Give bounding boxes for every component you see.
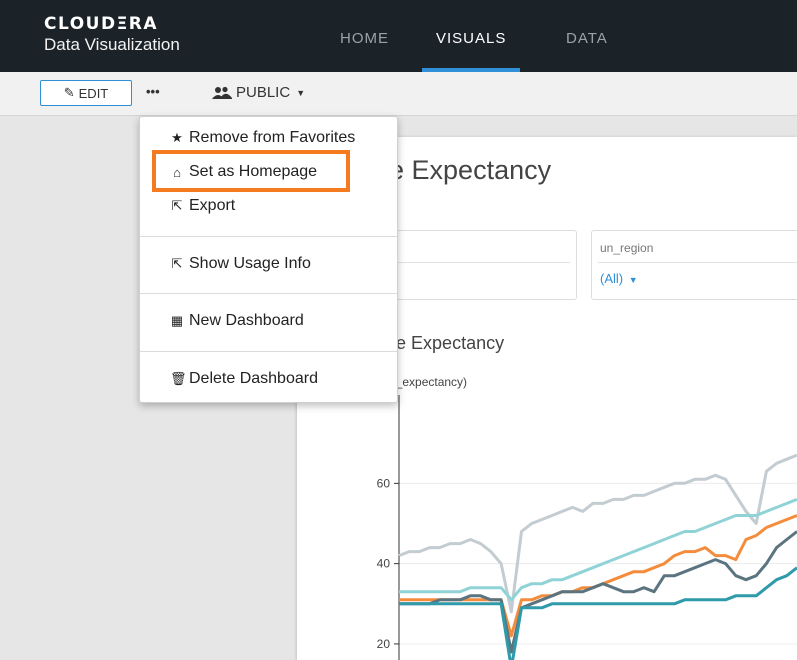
visibility-label: PUBLIC (236, 84, 291, 101)
star-icon: ★ (171, 130, 183, 145)
life-expectancy-line-chart: 20 40 60 (377, 395, 797, 660)
share-icon: ⇱ (171, 256, 183, 271)
filter-un-region[interactable]: un_region (All) ▼ (591, 230, 797, 300)
menu-divider (140, 293, 397, 294)
menu-item-new-dashboard[interactable]: ▦ New Dashboard (170, 312, 304, 330)
menu-item-delete-dashboard[interactable]: 🗑 Delete Dashboard (170, 370, 318, 388)
dashboard-icon: ▦ (170, 313, 184, 328)
menu-item-label: New Dashboard (189, 312, 304, 329)
trash-icon: 🗑 (170, 371, 187, 386)
chevron-down-icon: ▼ (296, 87, 306, 98)
menu-item-label: Delete Dashboard (189, 370, 318, 387)
menu-item-show-usage-info[interactable]: ⇱ Show Usage Info (170, 255, 311, 273)
edit-button[interactable]: ✎ EDIT (40, 80, 132, 106)
y-tick-label: 40 (377, 557, 391, 571)
y-tick-label: 20 (377, 637, 391, 651)
pencil-icon: ✎ (63, 85, 75, 100)
menu-divider (140, 236, 397, 237)
menu-item-remove-favorites[interactable]: ★ Remove from Favorites (170, 129, 355, 147)
visibility-dropdown[interactable]: PUBLIC ▼ (212, 84, 305, 101)
series-line-5 (399, 566, 797, 660)
tab-visuals[interactable]: VISUALS (421, 0, 521, 72)
menu-item-label: Show Usage Info (189, 255, 311, 272)
edit-button-label: EDIT (78, 85, 109, 101)
menu-divider (140, 351, 397, 352)
share-icon: ⇱ (171, 198, 183, 213)
users-icon (212, 86, 232, 99)
menu-item-label: Export (189, 197, 236, 214)
dashboard-toolbar: ✎ EDIT ••• PUBLIC ▼ (0, 72, 797, 116)
brand[interactable]: CLOUDΞRA Data Visualization (44, 14, 180, 56)
filter-label: un_region (600, 241, 654, 255)
y-tick-label: 60 (377, 476, 391, 490)
filter-value[interactable]: (All) ▼ (600, 271, 638, 286)
filter-value-text: (All) (600, 271, 624, 286)
chevron-down-icon: ▼ (628, 275, 638, 285)
series-line-1 (398, 453, 797, 614)
menu-item-label: Remove from Favorites (189, 129, 356, 146)
top-navbar: CLOUDΞRA Data Visualization HOME VISUALS… (0, 0, 797, 72)
more-actions-button[interactable]: ••• (146, 84, 160, 99)
menu-item-export[interactable]: ⇱ Export (170, 197, 236, 215)
tab-home[interactable]: HOME (340, 0, 389, 72)
brand-subtitle: Data Visualization (44, 35, 180, 54)
highlight-box (152, 150, 350, 192)
filter-divider (598, 262, 797, 263)
tab-data[interactable]: DATA (566, 0, 608, 72)
brand-logo: CLOUDΞRA (44, 14, 159, 34)
